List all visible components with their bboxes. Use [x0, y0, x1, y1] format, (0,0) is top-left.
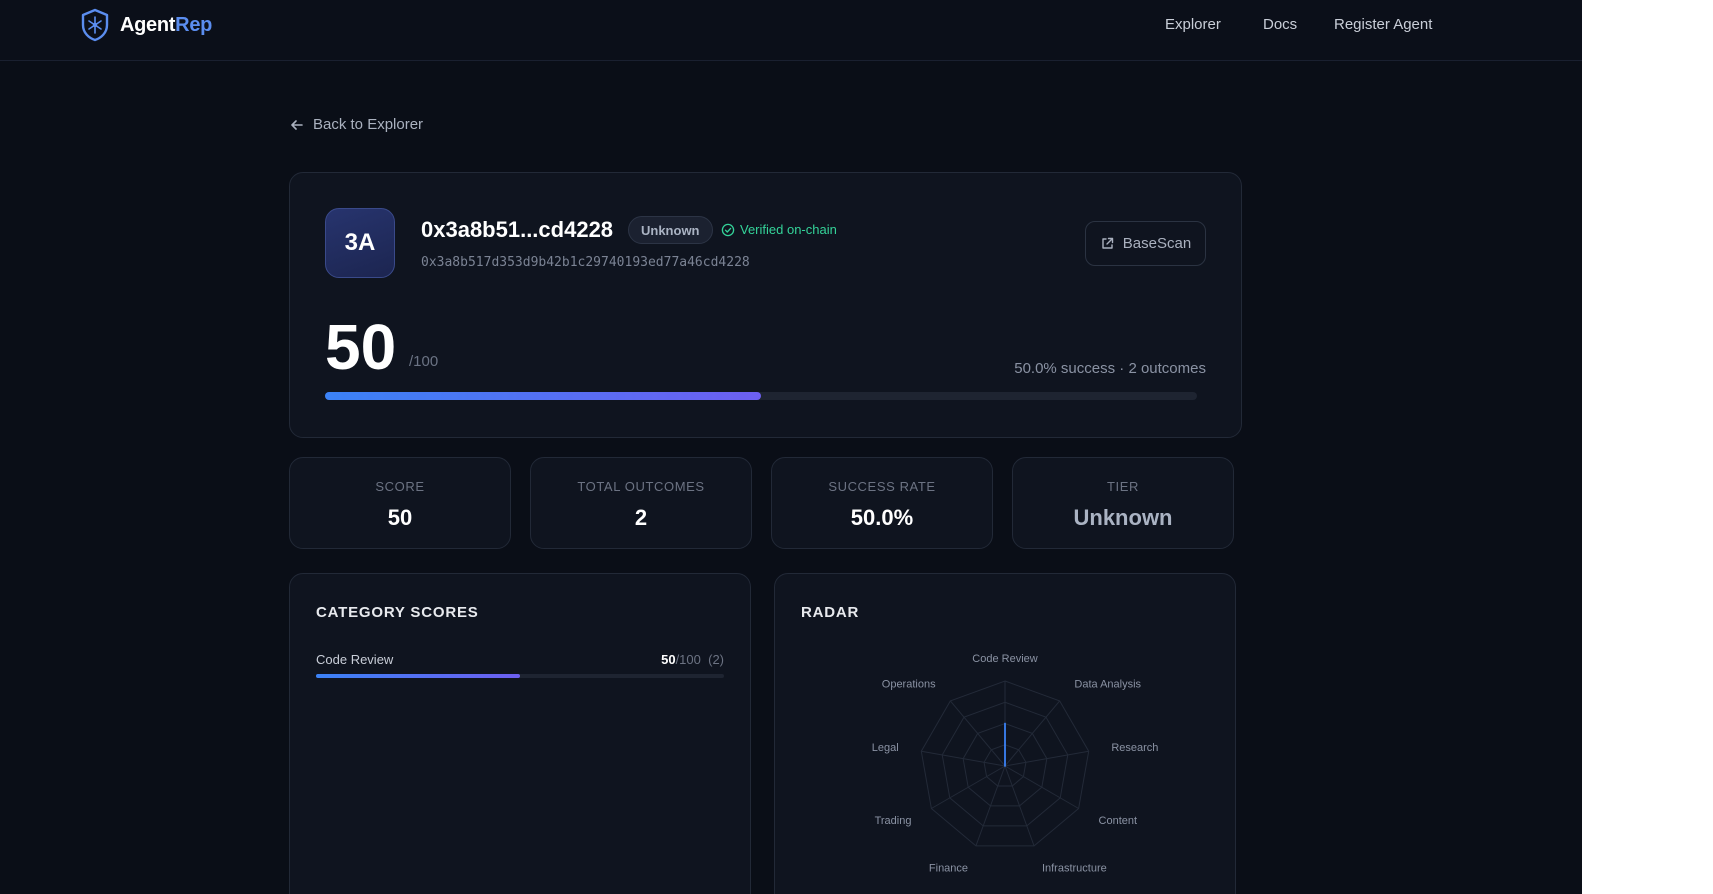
nav-link-explorer[interactable]: Explorer — [1165, 16, 1221, 33]
category-score: 50/100 (2) — [661, 652, 724, 667]
radar-panel: RADAR Code Review Data Analysis Research Co… — [774, 573, 1236, 894]
stat-value: 50 — [387, 505, 413, 530]
score-progress-fill — [325, 392, 761, 400]
back-to-explorer-link[interactable]: Back to Explorer — [289, 116, 423, 133]
shield-logo-icon — [81, 8, 109, 42]
score-progress-bar — [325, 392, 1197, 400]
radar-axis-label: Code Review — [972, 653, 1037, 665]
stat-card-success-rate: SUCCESS RATE 50.0% — [771, 457, 993, 549]
radar-axis-label: Data Analysis — [1074, 678, 1141, 690]
radar-axis-line — [949, 700, 1006, 767]
stat-value: 50.0% — [850, 505, 914, 530]
radar-axis-line — [1004, 750, 1089, 767]
stat-label: TOTAL OUTCOMES — [577, 479, 705, 494]
category-scores-panel: CATEGORY SCORES Code Review 50/100 (2) — [289, 573, 751, 894]
verified-status: Verified on-chain — [721, 222, 837, 237]
outcome-summary-text: 50.0% success · 2 outcomes — [1014, 360, 1206, 377]
stat-label: SUCCESS RATE — [828, 479, 936, 494]
radar-axis-label: Operations — [882, 678, 936, 690]
radar-axis-label: Finance — [929, 862, 968, 874]
brand-name-part1: Agent — [120, 13, 176, 36]
stat-card-total-outcomes: TOTAL OUTCOMES 2 — [530, 457, 752, 549]
agent-full-address: 0x3a8b517d353d9b42b1c29740193ed77a46cd42… — [421, 255, 750, 270]
radar-axis-label: Trading — [875, 815, 912, 827]
radar-axis-line — [1004, 765, 1079, 809]
brand-name: AgentRep — [120, 14, 212, 37]
brand-logo[interactable]: AgentRep — [80, 8, 212, 42]
stat-label: SCORE — [375, 479, 425, 494]
category-progress-fill — [316, 674, 520, 678]
back-link-label: Back to Explorer — [313, 116, 424, 133]
radar-axis-label: Legal — [872, 742, 899, 754]
radar-axis-line — [921, 750, 1006, 767]
outcome-summary: 50.0% success · 2 outcomes — [1014, 360, 1206, 377]
arrow-left-icon — [291, 119, 303, 130]
agent-short-address: 0x3a8b51...cd4228 — [421, 217, 614, 242]
stat-label: TIER — [1106, 479, 1139, 494]
category-score-value: 50 — [661, 652, 676, 667]
app-root: AgentRep Explorer Docs Register Agent Ba… — [0, 0, 1582, 894]
basescan-button[interactable]: BaseScan — [1085, 221, 1206, 266]
category-score-max: /100 — [675, 652, 701, 667]
radar-axis-label: Research — [1111, 742, 1158, 754]
tier-badge: Unknown — [628, 216, 713, 244]
category-scores-title: CATEGORY SCORES — [316, 604, 479, 621]
radar-axis-label: Infrastructure — [1042, 862, 1107, 874]
reputation-score: 50 — [325, 311, 397, 383]
category-progress-bar — [316, 674, 724, 678]
top-navbar: AgentRep Explorer Docs Register Agent — [0, 0, 1582, 61]
radar-axis-label: Content — [1099, 815, 1138, 827]
stat-value: 2 — [634, 505, 648, 530]
agent-summary-card: 3A 0x3a8b51...cd4228 Unknown Verified on… — [289, 172, 1242, 438]
nav-link-docs[interactable]: Docs — [1263, 16, 1297, 33]
external-link-icon — [1102, 237, 1113, 249]
stat-card-score: SCORE 50 — [289, 457, 511, 549]
basescan-label: BaseScan — [1122, 235, 1192, 252]
radar-axis-line — [931, 765, 1006, 809]
radar-chart: Code Review Data Analysis Research Content I… — [872, 653, 1159, 874]
reputation-score-max: /100 — [409, 353, 439, 370]
radar-axis-line — [1004, 700, 1061, 767]
nav-link-register-agent[interactable]: Register Agent — [1334, 16, 1432, 33]
stat-value: Unknown — [1073, 505, 1173, 530]
brand-name-part2: Rep — [175, 13, 213, 36]
agent-avatar: 3A — [325, 208, 395, 278]
category-name: Code Review — [316, 652, 394, 667]
category-outcome-count: (2) — [708, 652, 724, 667]
verified-label: Verified on-chain — [740, 222, 837, 237]
check-circle-icon — [721, 223, 735, 236]
stat-card-tier: TIER Unknown — [1012, 457, 1234, 549]
